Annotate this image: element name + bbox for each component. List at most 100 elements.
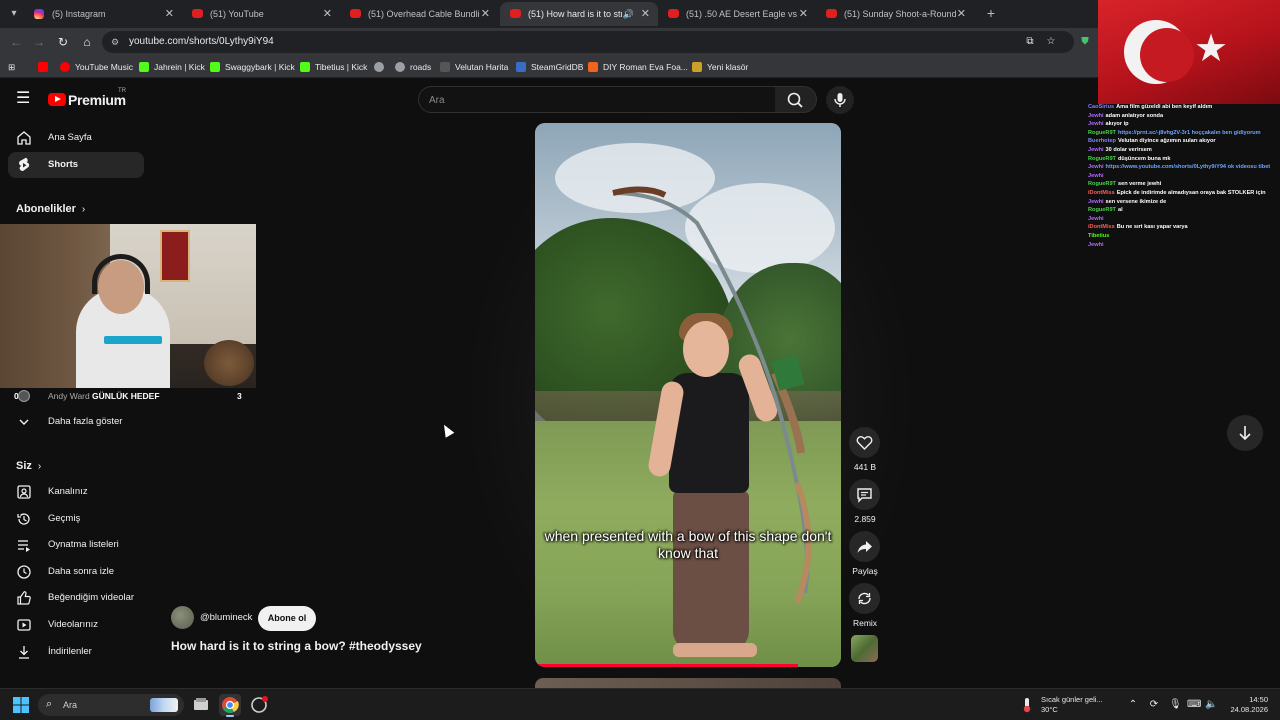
next-short-preview[interactable]: [535, 678, 841, 688]
taskbar-chrome[interactable]: [219, 694, 241, 717]
next-short-button[interactable]: [1227, 415, 1263, 451]
youtube-premium-logo[interactable]: Premium TR: [48, 88, 126, 109]
sidebar-item-shorts[interactable]: Shorts: [8, 152, 144, 178]
chat-username[interactable]: Jewhi: [1088, 199, 1104, 205]
video-progress-bar[interactable]: [535, 664, 799, 667]
speaker-icon[interactable]: 🔊: [623, 2, 634, 26]
bookmark-yeni-klasor[interactable]: Yeni klasör: [692, 56, 748, 78]
remix-button[interactable]: [849, 583, 880, 614]
chat-username[interactable]: Jewhi: [1088, 216, 1104, 222]
url-text[interactable]: youtube.com/shorts/0Lythy9iY94: [129, 31, 274, 53]
sidebar-item-your-videos[interactable]: Videolarınız: [8, 612, 144, 638]
chat-username[interactable]: iDontMiss: [1088, 224, 1115, 230]
network-icon[interactable]: ⌨: [1187, 699, 1201, 711]
tab-instagram[interactable]: (5) Instagram ✕: [24, 2, 182, 26]
chat-username[interactable]: Jewhi: [1088, 147, 1104, 153]
tab-youtube[interactable]: (51) YouTube ✕: [182, 2, 340, 26]
bookmark-star-icon[interactable]: ☆: [1045, 36, 1057, 48]
bookmark-swaggybark-kick[interactable]: Swaggybark | Kick: [210, 56, 295, 78]
hamburger-menu-icon[interactable]: ☰: [16, 90, 32, 108]
sidebar-item-playlists[interactable]: Oynatma listeleri: [8, 532, 144, 558]
bookmark-globe[interactable]: [374, 56, 389, 78]
chat-username[interactable]: RogueR9T: [1088, 181, 1116, 187]
reload-icon[interactable]: ↻: [55, 34, 71, 50]
chat-username[interactable]: Tibetius: [1088, 233, 1109, 239]
tab-sunday-shoot[interactable]: (51) Sunday Shoot-a-Round # 3 ✕: [816, 2, 974, 26]
tab-desert-eagle[interactable]: (51) .50 AE Desert Eagle vs Wat ✕: [658, 2, 816, 26]
site-info-icon[interactable]: ⚙: [111, 36, 123, 48]
microphone-tray-icon[interactable]: 🎙: [1169, 699, 1182, 711]
chat-username[interactable]: RogueR9T: [1088, 207, 1116, 213]
bookmark-velutan-harita[interactable]: Velutan Harita: [440, 56, 508, 78]
apps-grid-icon[interactable]: ⊞: [8, 56, 15, 78]
tab-close-icon[interactable]: ✕: [799, 2, 808, 26]
bookmark-diy-roman[interactable]: DIY Roman Eva Foa...: [588, 56, 688, 78]
new-tab-plus-icon[interactable]: +: [982, 4, 1000, 22]
forward-arrow-icon[interactable]: →: [31, 34, 47, 50]
tab-label: (51) YouTube: [210, 9, 264, 19]
chat-username[interactable]: RogueR9T: [1088, 130, 1116, 136]
chat-username[interactable]: Jewhi: [1088, 173, 1104, 179]
search-button[interactable]: [775, 86, 817, 113]
chat-username[interactable]: CaoSirius: [1088, 104, 1114, 110]
tab-close-icon[interactable]: ✕: [481, 2, 490, 26]
tab-overhead-cable[interactable]: (51) Overhead Cable Bundling !! ✕: [340, 2, 498, 26]
chat-username[interactable]: Jewhi: [1088, 113, 1104, 119]
bookmark-jahrein-kick[interactable]: Jahrein | Kick: [139, 56, 205, 78]
like-button[interactable]: [849, 427, 880, 458]
subscribe-button[interactable]: Abone ol: [258, 606, 316, 631]
tab-close-icon[interactable]: ✕: [957, 2, 966, 26]
search-input[interactable]: [429, 91, 749, 109]
chevron-up-icon[interactable]: ⌃: [1127, 699, 1139, 711]
share-button[interactable]: [849, 531, 880, 562]
tab-search-chevron-icon[interactable]: ▾: [6, 6, 22, 22]
sidebar-item-your-channel[interactable]: Kanalınız: [8, 479, 144, 505]
windows-start-icon[interactable]: [13, 697, 29, 713]
thermometer-icon[interactable]: [1020, 697, 1034, 713]
channel-avatar[interactable]: [171, 606, 194, 629]
sidebar-item-watch-later[interactable]: Daha sonra izle: [8, 559, 144, 585]
tab-close-icon[interactable]: ✕: [641, 2, 650, 26]
bookmark-steamgriddb[interactable]: SteamGridDB: [516, 56, 583, 78]
comments-button[interactable]: [849, 479, 880, 510]
sidebar-item-liked-videos[interactable]: Beğendiğim videolar: [8, 585, 144, 611]
home-icon[interactable]: ⌂: [79, 34, 95, 50]
bookmark-tibetius-kick[interactable]: Tibetius | Kick: [300, 56, 367, 78]
sound-thumbnail[interactable]: [851, 635, 878, 662]
install-app-icon[interactable]: ⧉: [1024, 36, 1036, 48]
subscriptions-heading[interactable]: Abonelikler ›: [16, 203, 85, 215]
bookmark-label: YouTube Music: [75, 62, 133, 72]
address-bar[interactable]: ⚙ youtube.com/shorts/0Lythy9iY94 ⧉ ☆: [102, 31, 1074, 53]
sidebar-item-home[interactable]: Ana Sayfa: [8, 125, 144, 151]
sidebar-item-downloads[interactable]: İndirilenler: [8, 639, 144, 665]
chat-username[interactable]: Jewhi: [1088, 242, 1104, 248]
tab-close-icon[interactable]: ✕: [323, 2, 332, 26]
chat-username[interactable]: Jewhi: [1088, 121, 1104, 127]
extension-shield-icon[interactable]: ⛊: [1079, 36, 1091, 48]
tab-how-hard-bow[interactable]: (51) How hard is it to string 🔊 ✕: [500, 2, 658, 26]
bookmark-youtube[interactable]: [38, 56, 53, 78]
taskbar-search[interactable]: ⌕ Ara: [38, 694, 184, 716]
you-heading[interactable]: Siz ›: [16, 460, 41, 472]
show-more-button[interactable]: Daha fazla göster: [8, 409, 144, 435]
goal-avatar: [18, 390, 30, 402]
bookmark-youtube-music[interactable]: YouTube Music: [60, 56, 133, 78]
chat-username[interactable]: iDontMiss: [1088, 190, 1115, 196]
short-video-player[interactable]: [535, 123, 841, 667]
taskbar-task-view[interactable]: [190, 694, 212, 716]
volume-icon[interactable]: 🔈: [1205, 699, 1217, 711]
sync-icon[interactable]: ⟳: [1148, 699, 1160, 711]
back-arrow-icon[interactable]: ←: [8, 34, 24, 50]
sidebar-item-history[interactable]: Geçmiş: [8, 506, 144, 532]
bookmark-roads[interactable]: roads: [395, 56, 431, 78]
chat-username[interactable]: Buerhotep: [1088, 138, 1116, 144]
channel-handle[interactable]: @blumineck: [200, 612, 252, 623]
short-title[interactable]: How hard is it to string a bow? #theodys…: [171, 639, 422, 653]
chat-message: Jewhi 30 dolar verirsem: [1088, 147, 1280, 154]
system-clock[interactable]: 14:50 24.08.2026: [1222, 695, 1268, 715]
chat-username[interactable]: RogueR9T: [1088, 156, 1116, 162]
taskbar-app[interactable]: [248, 694, 270, 716]
chat-username[interactable]: Jewhi: [1088, 164, 1104, 170]
tab-close-icon[interactable]: ✕: [165, 2, 174, 26]
weather-widget[interactable]: Sıcak günler geli... 30°C: [1041, 695, 1103, 715]
